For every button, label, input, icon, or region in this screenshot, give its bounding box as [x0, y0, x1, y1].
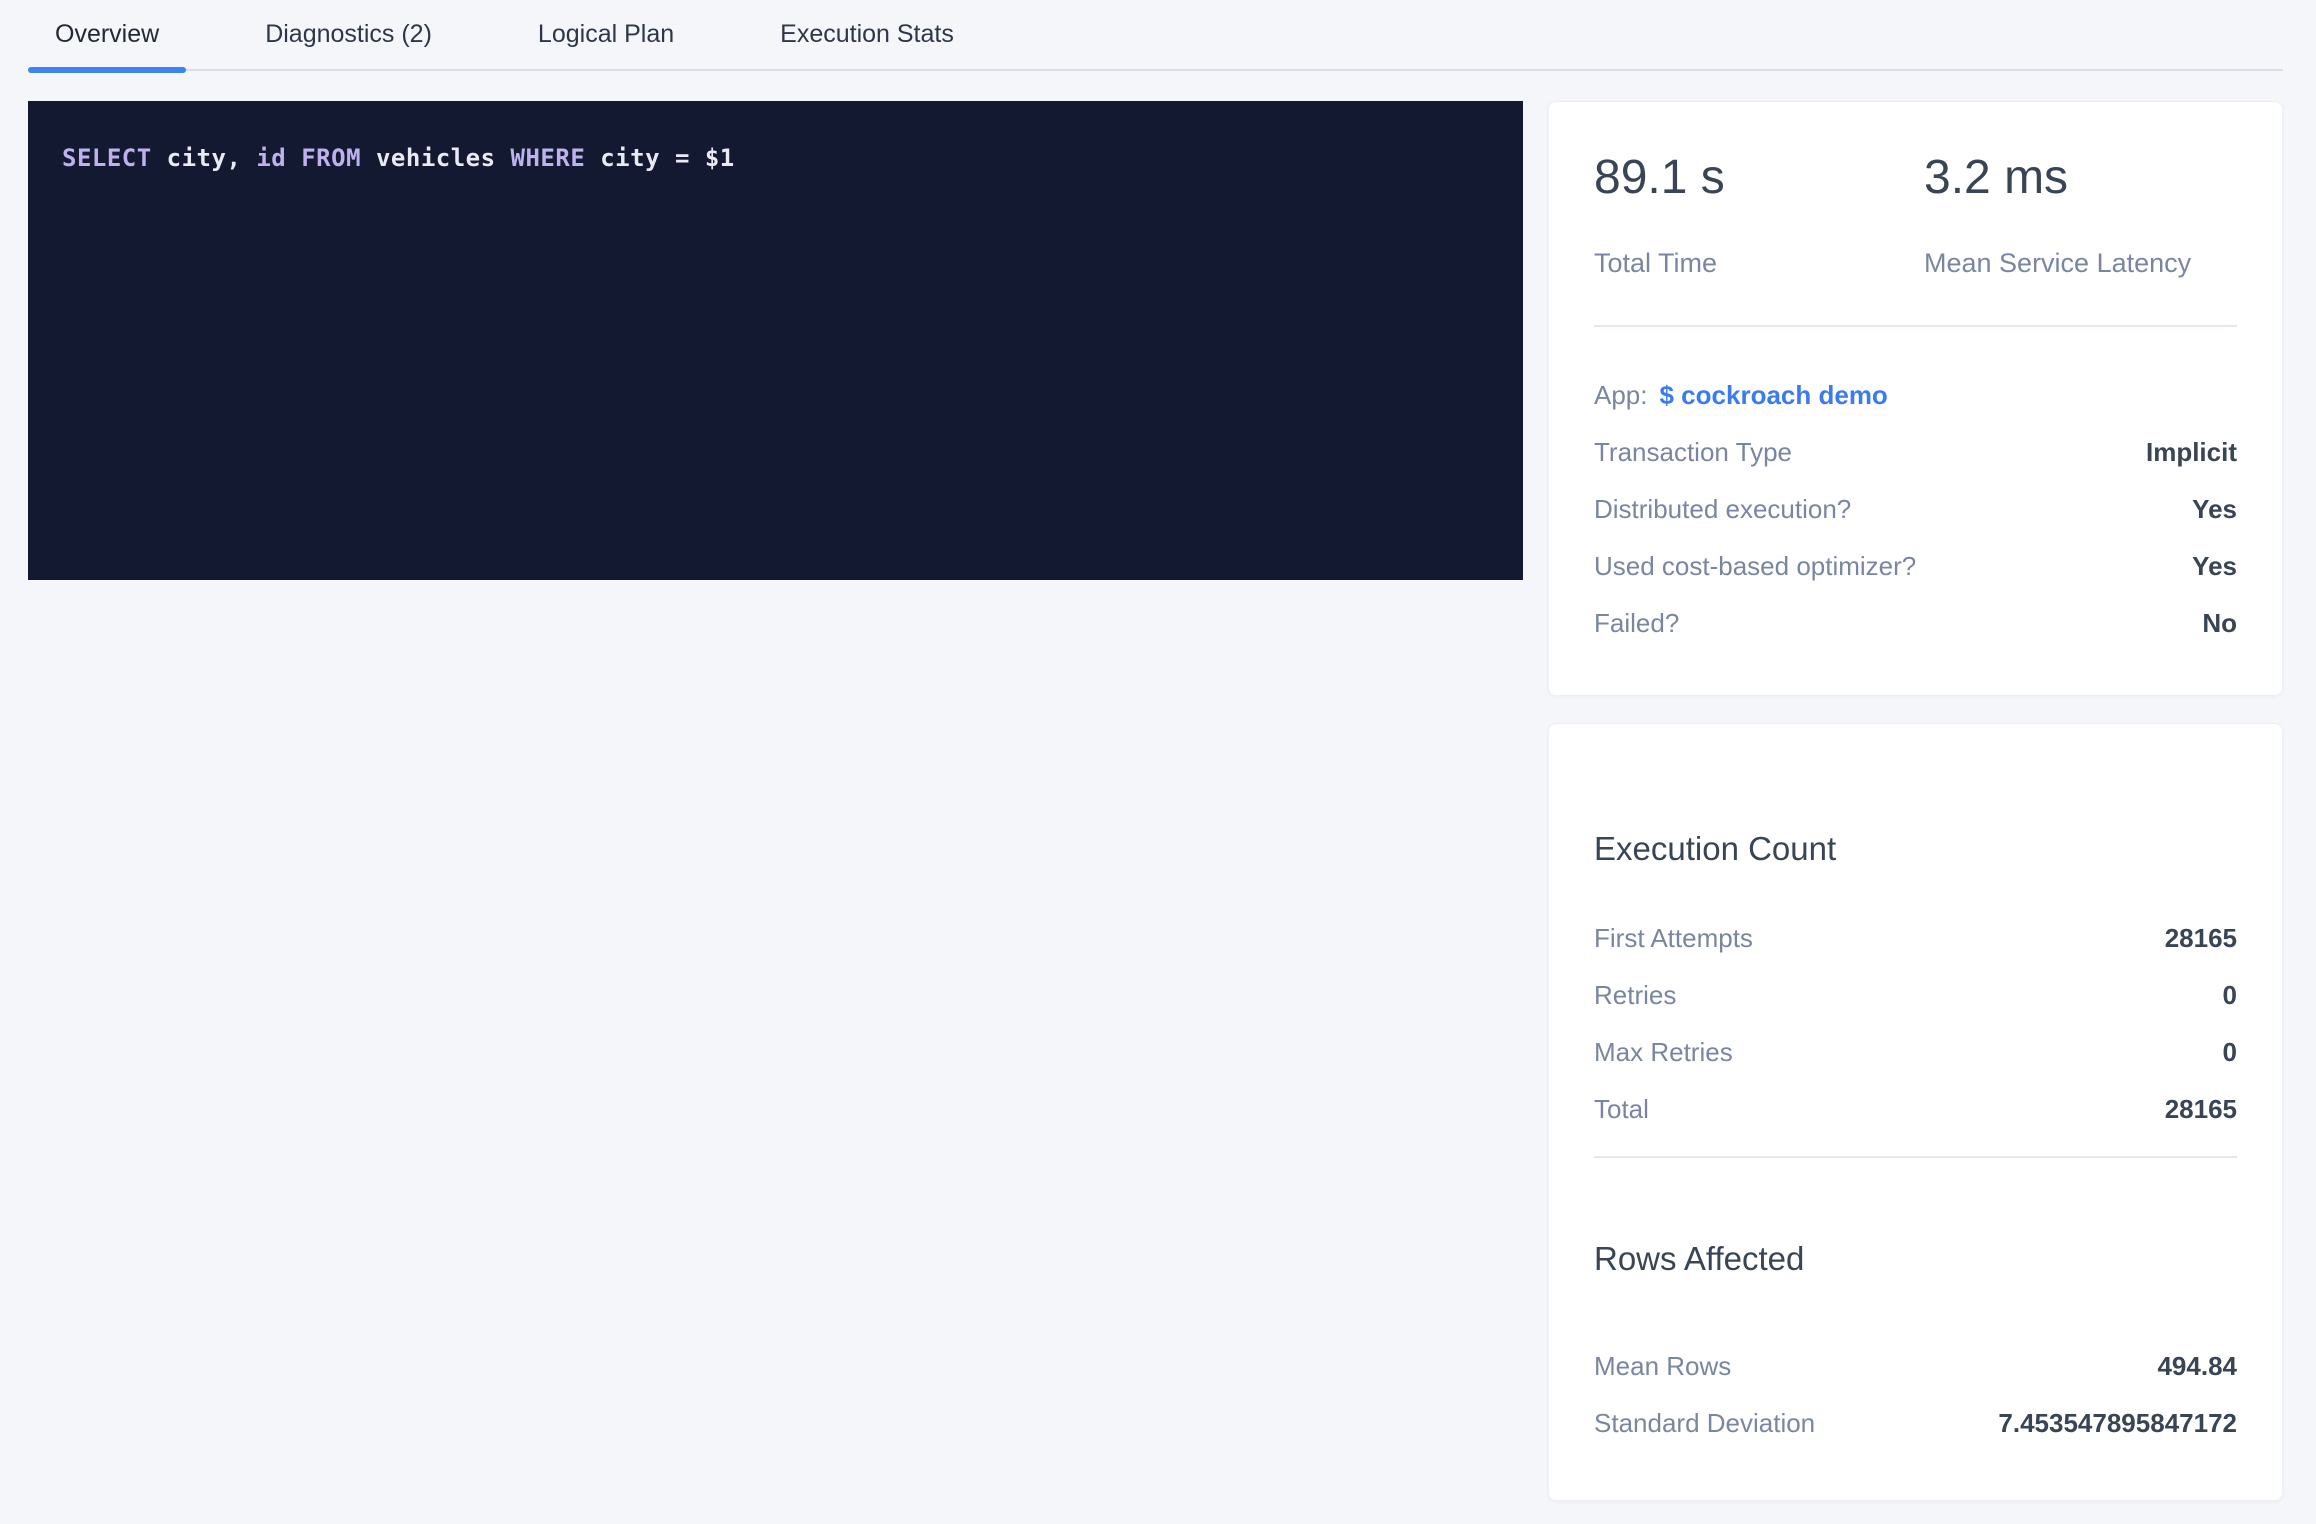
counts-divider — [1594, 1156, 2237, 1158]
tab-diagnostics[interactable]: Diagnostics (2) — [238, 0, 459, 69]
row-first-attempts: First Attempts 28165 — [1594, 910, 2237, 967]
row-value: 28165 — [2165, 1094, 2237, 1125]
rows-affected-heading: Rows Affected — [1594, 1238, 2237, 1280]
rows-affected-rows: Mean Rows 494.84 Standard Deviation 7.45… — [1594, 1338, 2237, 1452]
sql-keyword: FROM — [301, 144, 361, 172]
tab-execution-stats[interactable]: Execution Stats — [753, 0, 981, 69]
tab-logical-plan-label: Logical Plan — [538, 20, 674, 49]
row-value: Implicit — [2146, 437, 2237, 468]
row-label: First Attempts — [1594, 923, 1753, 954]
row-max-retries: Max Retries 0 — [1594, 1024, 2237, 1081]
row-label: Used cost-based optimizer? — [1594, 551, 1916, 582]
sql-text — [286, 144, 301, 172]
sql-statement-box: SELECT city, id FROM vehicles WHERE city… — [28, 101, 1523, 580]
sql-keyword: WHERE — [511, 144, 586, 172]
statement-summary-column: 89.1 s Total Time 3.2 ms Mean Service La… — [1548, 101, 2283, 1501]
sql-statement-text: SELECT city, id FROM vehicles WHERE city… — [62, 144, 735, 172]
detail-row-distributed-execution: Distributed execution? Yes — [1594, 481, 2237, 538]
stat-mean-service-latency: 3.2 ms Mean Service Latency — [1924, 150, 2191, 280]
total-time-value: 89.1 s — [1594, 150, 1924, 206]
row-label: Retries — [1594, 980, 1676, 1011]
row-value: No — [2202, 608, 2237, 639]
row-label: Transaction Type — [1594, 437, 1792, 468]
row-value: 0 — [2223, 980, 2237, 1011]
summary-details: App: $ cockroach demo Transaction Type I… — [1594, 367, 2237, 652]
mean-service-latency-label: Mean Service Latency — [1924, 246, 2191, 280]
sql-keyword: id — [256, 144, 286, 172]
execution-count-rows: First Attempts 28165 Retries 0 Max Retri… — [1594, 910, 2237, 1138]
row-label: Distributed execution? — [1594, 494, 1851, 525]
execution-count-heading: Execution Count — [1594, 828, 2237, 870]
tab-logical-plan[interactable]: Logical Plan — [511, 0, 701, 69]
summary-stats-row: 89.1 s Total Time 3.2 ms Mean Service La… — [1594, 102, 2237, 280]
app-row: App: $ cockroach demo — [1594, 367, 2237, 424]
row-value: 28165 — [2165, 923, 2237, 954]
tab-overview[interactable]: Overview — [28, 0, 186, 69]
execution-stats-card: Execution Count First Attempts 28165 Ret… — [1548, 723, 2283, 1501]
sql-text: city, — [152, 144, 257, 172]
detail-row-cost-based-optimizer: Used cost-based optimizer? Yes — [1594, 538, 2237, 595]
row-value: 0 — [2223, 1037, 2237, 1068]
summary-card: 89.1 s Total Time 3.2 ms Mean Service La… — [1548, 101, 2283, 696]
tab-bar: Overview Diagnostics (2) Logical Plan Ex… — [28, 0, 2283, 71]
row-label: Standard Deviation — [1594, 1408, 1815, 1439]
mean-service-latency-value: 3.2 ms — [1924, 150, 2191, 206]
app-label: App: — [1594, 380, 1648, 411]
detail-row-transaction-type: Transaction Type Implicit — [1594, 424, 2237, 481]
row-label: Total — [1594, 1094, 1649, 1125]
row-value: 7.453547895847172 — [1998, 1408, 2237, 1439]
row-label: Failed? — [1594, 608, 1679, 639]
stat-total-time: 89.1 s Total Time — [1594, 150, 1924, 280]
tab-overview-label: Overview — [55, 20, 159, 49]
row-value: Yes — [2192, 551, 2237, 582]
detail-row-failed: Failed? No — [1594, 595, 2237, 652]
row-mean-rows: Mean Rows 494.84 — [1594, 1338, 2237, 1395]
row-total: Total 28165 — [1594, 1081, 2237, 1138]
row-value: 494.84 — [2157, 1351, 2237, 1382]
tab-diagnostics-label: Diagnostics (2) — [265, 20, 432, 49]
sql-keyword: SELECT — [62, 144, 152, 172]
sql-text: vehicles — [361, 144, 511, 172]
row-retries: Retries 0 — [1594, 967, 2237, 1024]
tab-execution-stats-label: Execution Stats — [780, 20, 954, 49]
row-standard-deviation: Standard Deviation 7.453547895847172 — [1594, 1395, 2237, 1452]
summary-divider — [1594, 325, 2237, 327]
total-time-label: Total Time — [1594, 246, 1924, 280]
row-value: Yes — [2192, 494, 2237, 525]
sql-text: city = $1 — [585, 144, 735, 172]
row-label: Max Retries — [1594, 1037, 1733, 1068]
row-label: Mean Rows — [1594, 1351, 1731, 1382]
app-link[interactable]: $ cockroach demo — [1660, 380, 1888, 411]
